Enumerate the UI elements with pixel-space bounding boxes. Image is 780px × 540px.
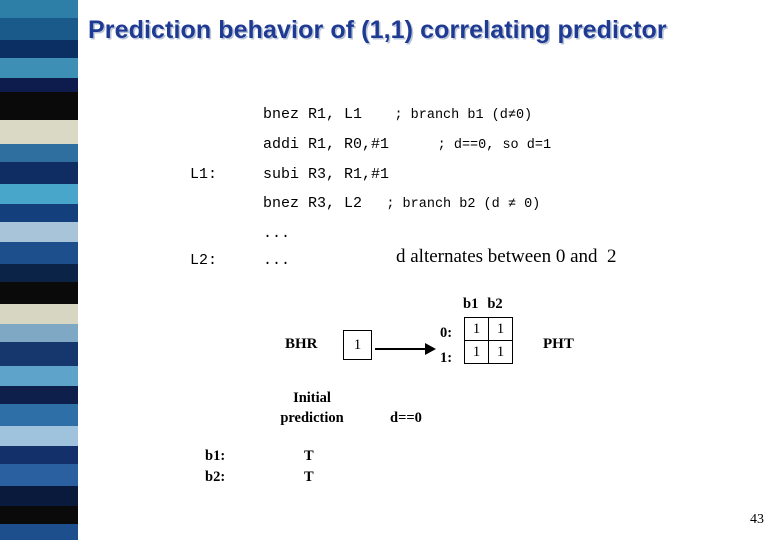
code-comment-4-text: ; branch b2 (d ≠ 0) xyxy=(386,197,541,212)
code-instruction-1: bnez R1, L1 ; branch b1 (d≠0) xyxy=(263,106,532,123)
strip-band-19 xyxy=(0,386,78,404)
d-equals-zero-label: d==0 xyxy=(390,410,422,426)
pht-row-label-1: 1: xyxy=(440,350,453,366)
code-instruction-4-text: bnez R3, L2 xyxy=(263,195,363,212)
strip-band-24 xyxy=(0,486,78,506)
page-title: Prediction behavior of (1,1) correlating… xyxy=(88,16,667,44)
strip-band-12 xyxy=(0,242,78,264)
prediction-value-b2: T xyxy=(304,469,314,485)
prediction-label-b1: b1: xyxy=(205,448,226,464)
code-comment-1-text: ; branch b1 (d≠0) xyxy=(394,108,533,123)
pht-header-b1: b1 xyxy=(463,296,479,312)
strip-band-4 xyxy=(0,78,78,92)
pht-label: PHT xyxy=(543,336,574,352)
arrow-icon xyxy=(375,343,437,355)
code-comment-2-text: ; d==0, so d=1 xyxy=(437,138,552,153)
strip-band-23 xyxy=(0,464,78,486)
code-instruction-5: ... xyxy=(263,225,291,242)
prediction-row-labels: b1: b2: xyxy=(205,446,225,488)
code-instruction-6: ... xyxy=(263,252,291,269)
code-comment-2-spacer xyxy=(389,138,438,153)
pht-cell-0-1: 1 xyxy=(488,317,513,341)
strip-band-20 xyxy=(0,404,78,426)
code-comment-4-spacer xyxy=(362,197,386,212)
code-label-l2: L2: xyxy=(190,252,218,269)
bhr-label: BHR xyxy=(285,336,318,352)
initial-prediction-line1: Initial xyxy=(293,390,331,406)
code-instruction-1-text: bnez R1, L1 xyxy=(263,106,363,123)
pht-table: 1 1 1 1 xyxy=(464,317,513,364)
strip-band-26 xyxy=(0,524,78,540)
pht-cell-1-0: 1 xyxy=(464,340,489,364)
strip-band-7 xyxy=(0,144,78,162)
strip-band-13 xyxy=(0,264,78,282)
code-instruction-4: bnez R3, L2 ; branch b2 (d ≠ 0) xyxy=(263,195,540,212)
prediction-value-b1: T xyxy=(304,448,314,464)
initial-prediction-line2: prediction xyxy=(280,409,344,426)
pht-column-headers: b1 b2 xyxy=(463,296,503,313)
arrow-shaft xyxy=(375,348,427,350)
page-number: 43 xyxy=(750,512,764,527)
pht-cell-1-1: 1 xyxy=(488,340,513,364)
strip-band-18 xyxy=(0,366,78,386)
strip-band-6 xyxy=(0,120,78,144)
strip-band-25 xyxy=(0,506,78,524)
strip-band-9 xyxy=(0,184,78,204)
strip-band-17 xyxy=(0,342,78,366)
strip-band-5 xyxy=(0,92,78,120)
strip-band-1 xyxy=(0,18,78,40)
code-label-l1: L1: xyxy=(190,166,218,183)
pht-row-label-0: 0: xyxy=(440,325,453,341)
code-instruction-2-text: addi R1, R0,#1 xyxy=(263,136,390,153)
strip-band-16 xyxy=(0,324,78,342)
arrow-head xyxy=(425,343,436,355)
pht-header-b2: b2 xyxy=(487,296,503,312)
strip-band-3 xyxy=(0,58,78,78)
strip-band-2 xyxy=(0,40,78,58)
strip-band-11 xyxy=(0,222,78,242)
strip-band-22 xyxy=(0,446,78,464)
prediction-label-b2: b2: xyxy=(205,469,226,485)
code-instruction-2: addi R1, R0,#1 ; d==0, so d=1 xyxy=(263,136,551,153)
table-row: 1 1 xyxy=(464,317,513,341)
pht-cell-0-0: 1 xyxy=(464,317,489,341)
bhr-register-box: 1 xyxy=(343,330,372,360)
strip-band-8 xyxy=(0,162,78,184)
initial-prediction-label: Initial prediction xyxy=(266,389,358,428)
prediction-row-values: T T xyxy=(304,446,314,488)
strip-band-0 xyxy=(0,0,78,18)
d-alternates-annotation: d alternates between 0 and 2 xyxy=(396,246,617,267)
code-instruction-3: subi R3, R1,#1 xyxy=(263,166,390,183)
strip-band-14 xyxy=(0,282,78,304)
strip-band-21 xyxy=(0,426,78,446)
table-row: 1 1 xyxy=(464,340,513,364)
strip-band-10 xyxy=(0,204,78,222)
decorative-side-strip xyxy=(0,0,78,540)
pht-row-labels: 0: 1: xyxy=(440,321,452,371)
code-comment-1 xyxy=(362,108,394,123)
strip-band-15 xyxy=(0,304,78,324)
